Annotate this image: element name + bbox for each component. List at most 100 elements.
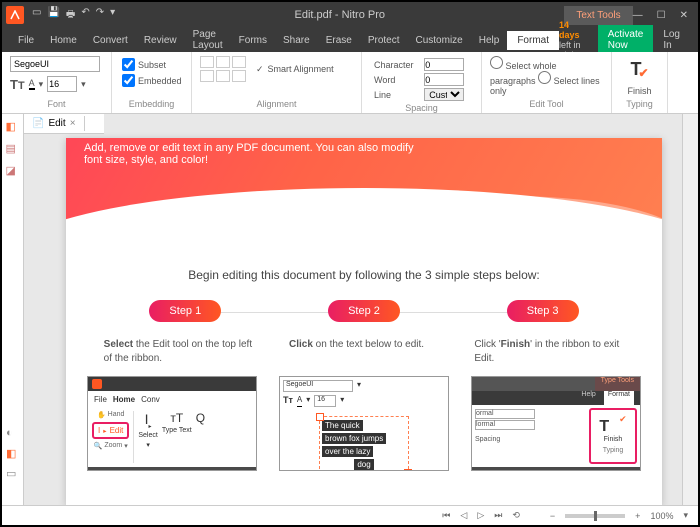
- step-2-pill: Step 2: [328, 300, 400, 322]
- font-size-input[interactable]: [47, 76, 77, 92]
- menu-protect[interactable]: Protect: [360, 35, 408, 46]
- zoom-in-icon[interactable]: +: [635, 511, 640, 521]
- menu-share[interactable]: Share: [275, 35, 318, 46]
- panel-pages-icon[interactable]: ◧: [6, 120, 20, 134]
- spacing-character-input[interactable]: [424, 58, 464, 71]
- finish-tool-highlight: T✔ Finish Typing: [589, 408, 637, 464]
- nav-first-icon[interactable]: ⏮: [442, 510, 450, 521]
- zoom-out-icon[interactable]: −: [550, 511, 555, 521]
- align-right-icon[interactable]: [232, 56, 246, 68]
- hero-line-1: Add, remove or edit text in any PDF docu…: [84, 142, 644, 154]
- status-bar: ⏮ ◁ ▷ ⏭ ⟲ − + 100% ▾: [2, 505, 698, 525]
- nav-last-icon[interactable]: ⏭: [494, 510, 502, 521]
- panel-bookmarks-icon[interactable]: ▤: [6, 142, 20, 156]
- menubar: File Home Convert Review Page Layout For…: [2, 28, 698, 52]
- tool-icon-3[interactable]: ▭: [6, 467, 20, 481]
- ribbon-spacing-group: Character Word Line Custom Spacing: [362, 52, 482, 113]
- document-tab[interactable]: 📄 Edit ×: [24, 116, 85, 131]
- align-top-icon[interactable]: [200, 70, 214, 82]
- qat-print-icon[interactable]: 🖶: [66, 7, 75, 24]
- ribbon: TT A▾ ▾ Font Subset Embedded Embedding: [2, 52, 698, 114]
- maximize-icon[interactable]: ☐: [657, 10, 666, 21]
- finish-label: Finish: [627, 86, 651, 96]
- embedded-checkbox[interactable]: Embedded: [122, 74, 181, 87]
- tab-name: Edit: [48, 118, 65, 129]
- step-3-thumbnail: Type Tools HelpFormat ormal lormal Spaci…: [471, 376, 641, 471]
- align-left-icon[interactable]: [200, 56, 214, 68]
- panel-attachments-icon[interactable]: ◪: [6, 164, 20, 178]
- step-1-pill: Step 1: [149, 300, 221, 322]
- minimize-icon[interactable]: —: [633, 10, 643, 21]
- menu-review[interactable]: Review: [136, 35, 185, 46]
- nav-prev-icon[interactable]: ◁: [460, 510, 467, 521]
- align-center-icon[interactable]: [216, 56, 230, 68]
- step-3-text: Click 'Finish' in the ribbon to exit Edi…: [474, 338, 624, 366]
- login-button[interactable]: Log In: [653, 29, 690, 51]
- edit-tool-highlight: I▸ Edit: [92, 422, 129, 439]
- left-lower-tools: ◐ ◧ ▭: [6, 427, 20, 481]
- menu-file[interactable]: File: [10, 35, 42, 46]
- menu-page-layout[interactable]: Page Layout: [185, 29, 231, 51]
- spacing-line-label: Line: [372, 88, 420, 101]
- zoom-dropdown-icon[interactable]: ▾: [683, 510, 688, 521]
- ribbon-alignment-label: Alignment: [200, 99, 353, 109]
- menu-forms[interactable]: Forms: [231, 35, 275, 46]
- hero-banner: Add, remove or edit text in any PDF docu…: [66, 138, 662, 228]
- ribbon-font-group: TT A▾ ▾ Font: [2, 52, 112, 113]
- smart-alignment-checkbox[interactable]: ✓ Smart Alignment: [256, 64, 334, 75]
- qat-redo-icon[interactable]: ↷: [96, 7, 104, 24]
- qat-undo-icon[interactable]: ↶: [81, 7, 89, 24]
- spacing-line-select[interactable]: Custom: [424, 88, 464, 101]
- hero-line-2: font size, style, and color!: [84, 154, 644, 166]
- tool-icon-2[interactable]: ◧: [6, 447, 20, 461]
- menu-erase[interactable]: Erase: [318, 35, 360, 46]
- instruction-text: Begin editing this document by following…: [66, 268, 662, 282]
- nav-refresh-icon[interactable]: ⟲: [512, 510, 520, 521]
- font-color-icon[interactable]: A: [29, 78, 35, 90]
- app-icon: [6, 6, 24, 24]
- ribbon-typing-label: Typing: [626, 99, 653, 109]
- nav-next-icon[interactable]: ▷: [477, 510, 484, 521]
- spacing-word-label: Word: [372, 73, 420, 86]
- qat-open-icon[interactable]: ▭: [32, 7, 41, 24]
- tool-icon-1[interactable]: ◐: [6, 427, 20, 441]
- qat-save-icon[interactable]: 💾: [47, 7, 59, 24]
- tab-close-icon[interactable]: ×: [70, 118, 76, 129]
- window-title: Edit.pdf - Nitro Pro: [115, 9, 564, 21]
- ribbon-font-label: Font: [10, 99, 103, 109]
- menu-help[interactable]: Help: [471, 35, 508, 46]
- text-format-icon[interactable]: TT: [10, 77, 25, 92]
- finish-button[interactable]: T✔: [626, 56, 654, 82]
- titlebar: ▭ 💾 🖶 ↶ ↷ ▾ Edit.pdf - Nitro Pro Text To…: [2, 2, 698, 28]
- ribbon-edit-tool-group: Select whole paragraphs Select lines onl…: [482, 52, 612, 113]
- ribbon-edit-tool-label: Edit Tool: [490, 99, 603, 109]
- document-tabs: 📄 Edit ×: [24, 114, 104, 134]
- quick-access-toolbar: ▭ 💾 🖶 ↶ ↷ ▾: [32, 7, 115, 24]
- subset-checkbox[interactable]: Subset: [122, 58, 181, 71]
- vertical-scrollbar[interactable]: [682, 114, 698, 505]
- align-bottom-icon[interactable]: [232, 70, 246, 82]
- menu-format[interactable]: Format: [507, 31, 559, 50]
- menu-home[interactable]: Home: [42, 35, 85, 46]
- step-2-text: Click on the text below to edit.: [289, 338, 439, 366]
- align-middle-icon[interactable]: [216, 70, 230, 82]
- font-family-select[interactable]: [10, 56, 100, 72]
- close-icon[interactable]: ✕: [680, 10, 688, 21]
- zoom-slider[interactable]: [565, 514, 625, 518]
- step-1-text: Select the Edit tool on the top left of …: [104, 338, 254, 366]
- activate-button[interactable]: Activate Now: [598, 25, 654, 55]
- ribbon-typing-group: T✔ Finish Typing: [612, 52, 668, 113]
- step-3-pill: Step 3: [507, 300, 579, 322]
- step-1-thumbnail: File Home Conv ✋Hand I▸ Edit 🔍Zoom ▾ I: [87, 376, 257, 471]
- step-2-thumbnail: SegoeUI▾ Tᴛ A▾ 16▾ The quick brown fox j…: [279, 376, 449, 471]
- workspace: ◧ ▤ ◪ 📄 Edit × Add, remove or edit text …: [2, 114, 698, 505]
- menu-convert[interactable]: Convert: [85, 35, 136, 46]
- ribbon-embedding-group: Subset Embedded Embedding: [112, 52, 192, 113]
- spacing-word-input[interactable]: [424, 73, 464, 86]
- document-page: Add, remove or edit text in any PDF docu…: [66, 138, 662, 505]
- spacing-character-label: Character: [372, 58, 420, 71]
- ribbon-spacing-label: Spacing: [370, 103, 473, 113]
- ribbon-embedding-label: Embedding: [120, 99, 183, 109]
- zoom-value: 100%: [650, 511, 673, 521]
- menu-customize[interactable]: Customize: [408, 35, 471, 46]
